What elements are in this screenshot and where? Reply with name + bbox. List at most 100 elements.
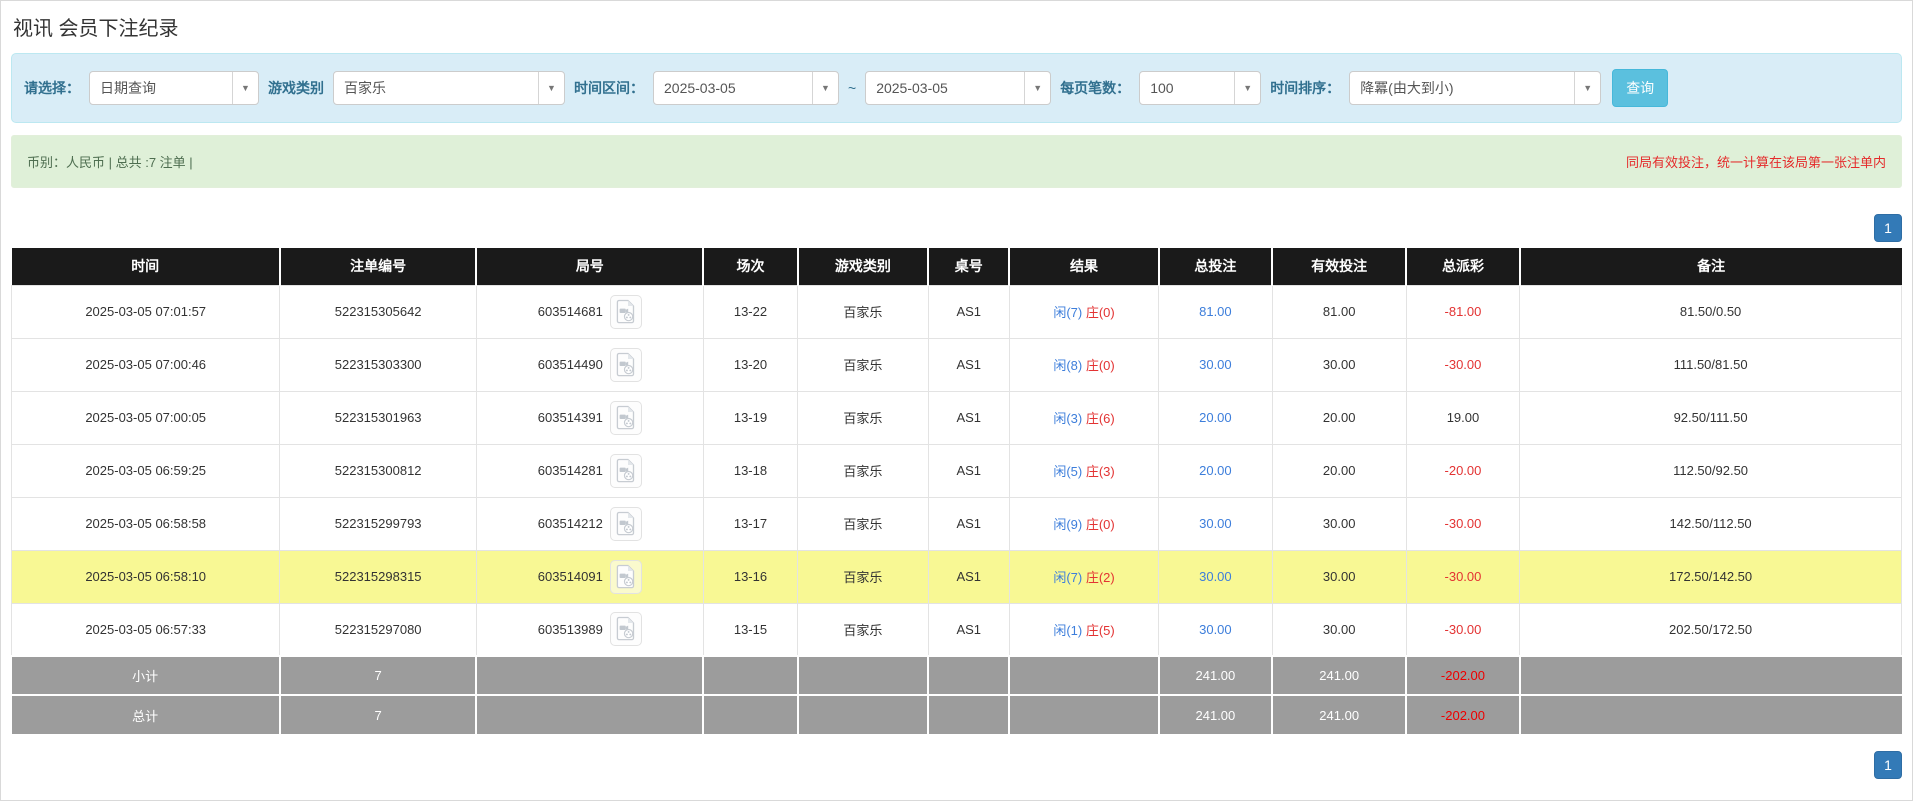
video-record-icon	[616, 616, 636, 641]
cell-session: 13-20	[703, 338, 798, 391]
round-id-value: 603513989	[538, 622, 603, 637]
cell-game-category: 百家乐	[798, 497, 928, 550]
currency-total-text: 币别：人民币 | 总共 :7 注单 |	[27, 152, 193, 171]
cell-bet-id: 522315300812	[280, 444, 477, 497]
cell-session: 13-18	[703, 444, 798, 497]
summary-bar: 币别：人民币 | 总共 :7 注单 | 同局有效投注，统一计算在该局第一张注单内	[11, 135, 1902, 188]
cell-total-bet[interactable]: 30.00	[1159, 497, 1272, 550]
round-id-value: 603514490	[538, 357, 603, 372]
footer-empty-cell	[1520, 695, 1902, 734]
table-row: 2025-03-05 06:58:10522315298315603514091…	[12, 550, 1902, 603]
cell-total-bet[interactable]: 20.00	[1159, 444, 1272, 497]
cell-session: 13-15	[703, 603, 798, 656]
page-size-select[interactable]: 100 ▼	[1139, 71, 1261, 105]
result-banker: 庄(5)	[1086, 623, 1115, 638]
footer-empty-cell	[928, 695, 1009, 734]
cell-payout: -30.00	[1406, 497, 1519, 550]
cell-table-no: AS1	[928, 550, 1009, 603]
footer-valid-bet: 241.00	[1272, 695, 1406, 734]
time-order-select[interactable]: 降冪(由大到小) ▼	[1349, 71, 1601, 105]
cell-total-bet[interactable]: 81.00	[1159, 285, 1272, 338]
cell-round-id: 603514091	[476, 550, 703, 603]
column-header: 桌号	[928, 248, 1009, 285]
cell-result: 闲(9) 庄(0)	[1009, 497, 1158, 550]
cell-total-bet[interactable]: 20.00	[1159, 391, 1272, 444]
time-range-label: 时间区间：	[574, 78, 644, 98]
query-type-select[interactable]: 日期查询 ▼	[89, 71, 259, 105]
cell-remark: 112.50/92.50	[1520, 444, 1902, 497]
page-1-button[interactable]: 1	[1874, 751, 1902, 779]
column-header: 注单编号	[280, 248, 477, 285]
chevron-down-icon: ▼	[538, 72, 564, 104]
video-replay-button[interactable]	[610, 295, 642, 329]
cell-time: 2025-03-05 07:00:05	[12, 391, 280, 444]
cell-result: 闲(7) 庄(2)	[1009, 550, 1158, 603]
query-type-label: 请选择：	[24, 78, 80, 98]
video-replay-button[interactable]	[610, 348, 642, 382]
result-player: 闲(5)	[1053, 464, 1082, 479]
footer-empty-cell	[798, 656, 928, 695]
date-to-select[interactable]: 2025-03-05 ▼	[865, 71, 1051, 105]
cell-session: 13-19	[703, 391, 798, 444]
video-replay-button[interactable]	[610, 401, 642, 435]
query-type-value: 日期查询	[90, 78, 166, 98]
result-player: 闲(7)	[1053, 305, 1082, 320]
cell-time: 2025-03-05 06:59:25	[12, 444, 280, 497]
footer-empty-cell	[703, 695, 798, 734]
game-category-select[interactable]: 百家乐 ▼	[333, 71, 565, 105]
column-header: 有效投注	[1272, 248, 1406, 285]
date-from-select[interactable]: 2025-03-05 ▼	[653, 71, 839, 105]
video-replay-button[interactable]	[610, 454, 642, 488]
cell-payout: -20.00	[1406, 444, 1519, 497]
page-size-value: 100	[1140, 80, 1183, 96]
search-button[interactable]: 查询	[1612, 69, 1668, 107]
cell-valid-bet: 20.00	[1272, 444, 1406, 497]
result-player: 闲(7)	[1053, 570, 1082, 585]
cell-result: 闲(5) 庄(3)	[1009, 444, 1158, 497]
cell-total-bet[interactable]: 30.00	[1159, 603, 1272, 656]
cell-session: 13-17	[703, 497, 798, 550]
footer-empty-cell	[928, 656, 1009, 695]
result-banker: 庄(2)	[1086, 570, 1115, 585]
cell-time: 2025-03-05 06:57:33	[12, 603, 280, 656]
time-order-label: 时间排序：	[1270, 78, 1340, 98]
cell-payout: -30.00	[1406, 550, 1519, 603]
cell-total-bet[interactable]: 30.00	[1159, 550, 1272, 603]
video-replay-button[interactable]	[610, 560, 642, 594]
footer-empty-cell	[476, 695, 703, 734]
footer-payout: -202.00	[1406, 695, 1519, 734]
cell-bet-id: 522315299793	[280, 497, 477, 550]
cell-payout: 19.00	[1406, 391, 1519, 444]
video-replay-button[interactable]	[610, 612, 642, 646]
chevron-down-icon: ▼	[1234, 72, 1260, 104]
page-1-button[interactable]: 1	[1874, 214, 1902, 242]
pagination-bottom: 1	[11, 751, 1902, 779]
table-row: 2025-03-05 06:58:58522315299793603514212…	[12, 497, 1902, 550]
cell-table-no: AS1	[928, 391, 1009, 444]
video-replay-button[interactable]	[610, 507, 642, 541]
grand-total-row: 总计7241.00241.00-202.00	[12, 695, 1902, 734]
filter-panel: 请选择： 日期查询 ▼ 游戏类别 百家乐 ▼ 时间区间： 2025-03-05 …	[11, 53, 1902, 123]
footer-empty-cell	[798, 695, 928, 734]
betting-records-page: 视讯 会员下注纪录 请选择： 日期查询 ▼ 游戏类别 百家乐 ▼ 时间区间： 2…	[1, 1, 1912, 779]
footer-label: 总计	[12, 695, 280, 734]
cell-bet-id: 522315305642	[280, 285, 477, 338]
column-header: 场次	[703, 248, 798, 285]
page-title: 视讯 会员下注纪录	[11, 1, 1902, 53]
round-id-value: 603514281	[538, 463, 603, 478]
table-row: 2025-03-05 07:00:05522315301963603514391…	[12, 391, 1902, 444]
cell-result: 闲(3) 庄(6)	[1009, 391, 1158, 444]
round-id-value: 603514681	[538, 304, 603, 319]
cell-total-bet[interactable]: 30.00	[1159, 338, 1272, 391]
cell-time: 2025-03-05 07:01:57	[12, 285, 280, 338]
column-header: 局号	[476, 248, 703, 285]
cell-round-id: 603514212	[476, 497, 703, 550]
footer-payout: -202.00	[1406, 656, 1519, 695]
cell-game-category: 百家乐	[798, 338, 928, 391]
column-header: 时间	[12, 248, 280, 285]
cell-round-id: 603514681	[476, 285, 703, 338]
cell-round-id: 603513989	[476, 603, 703, 656]
result-player: 闲(8)	[1053, 358, 1082, 373]
cell-table-no: AS1	[928, 497, 1009, 550]
column-header: 结果	[1009, 248, 1158, 285]
